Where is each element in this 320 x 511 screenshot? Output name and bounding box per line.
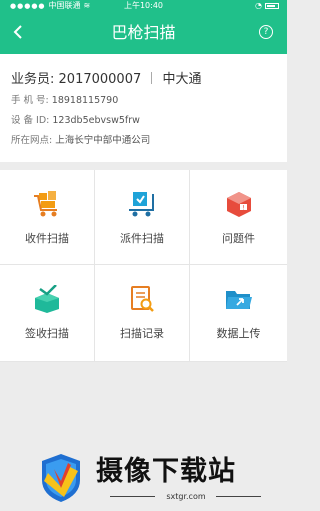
- action-label: 扫描记录: [120, 327, 164, 340]
- battery-icon: [265, 3, 279, 9]
- phone-value: 18918115790: [51, 95, 119, 106]
- divider: [151, 72, 153, 84]
- action-label: 问题件: [222, 232, 255, 245]
- cart-boxes-icon: [0, 190, 94, 218]
- phone-label: 手 机 号:: [11, 95, 49, 106]
- status-bar: ●●●●● 中国联通 ≋ 上午10:40 ◔: [0, 0, 287, 12]
- watermark-text: 摄像下载站: [96, 456, 236, 487]
- delivery-cart-icon: [95, 190, 189, 218]
- company-name: 中大通: [162, 72, 202, 87]
- sign-box-icon: [0, 285, 94, 313]
- help-icon[interactable]: ?: [259, 25, 273, 39]
- device-id: 123db5ebvsw5frw: [52, 115, 140, 126]
- watermark-url: sxtgr.com: [166, 492, 206, 501]
- device-row: 设 备 ID: 123db5ebvsw5frw: [11, 112, 140, 126]
- header: 巴枪扫描 ?: [0, 12, 287, 54]
- folder-upload-icon: [190, 285, 287, 313]
- alarm-icon: ◔: [255, 1, 262, 10]
- salesman-id: 2017000007: [58, 72, 142, 87]
- branch-value: 上海长宁中部中通公司: [55, 135, 151, 146]
- salesman-row: 业务员: 2017000007 中大通: [11, 68, 202, 87]
- phone-row: 手 机 号: 18918115790: [11, 92, 118, 106]
- action-label: 签收扫描: [25, 327, 69, 340]
- action-label: 数据上传: [216, 327, 261, 340]
- action-dispatch-scan[interactable]: 派件扫描: [95, 170, 190, 265]
- page-title: 巴枪扫描: [111, 23, 176, 42]
- action-label: 派件扫描: [120, 232, 164, 245]
- device-label: 设 备 ID:: [11, 115, 50, 126]
- branch-row: 所在网点: 上海长宁中部中通公司: [11, 132, 150, 146]
- action-problem-item[interactable]: ! 问题件: [190, 170, 287, 265]
- status-time: 上午10:40: [123, 1, 164, 10]
- action-collect-scan[interactable]: 收件扫描: [0, 170, 95, 265]
- watermark-logo: [42, 454, 80, 502]
- salesman-label: 业务员:: [11, 72, 55, 87]
- action-scan-record[interactable]: 扫描记录: [95, 265, 190, 362]
- action-label: 收件扫描: [25, 232, 69, 245]
- action-data-upload[interactable]: 数据上传: [190, 265, 287, 362]
- svg-text:!: !: [242, 205, 244, 212]
- branch-label: 所在网点:: [11, 135, 53, 146]
- status-right: ◔: [255, 0, 279, 12]
- account-info: 业务员: 2017000007 中大通 手 机 号: 18918115790 设…: [0, 54, 287, 162]
- action-sign-scan[interactable]: 签收扫描: [0, 265, 95, 362]
- problem-box-icon: !: [190, 190, 287, 218]
- scan-record-icon: [95, 285, 189, 313]
- action-grid: 收件扫描 派件扫描 ! 问题件 签收扫描 扫描记录 数据上传: [0, 170, 287, 362]
